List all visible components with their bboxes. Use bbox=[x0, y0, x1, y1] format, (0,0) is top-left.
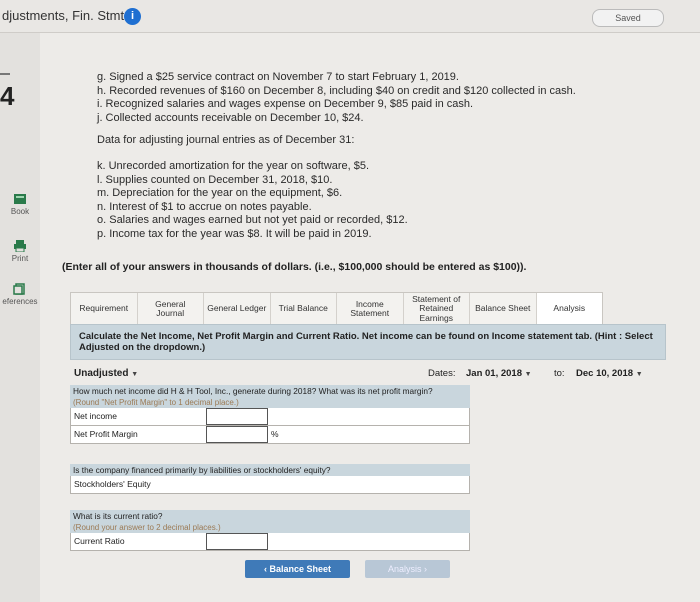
adjustment-l: l. Supplies counted on December 31, 2018… bbox=[97, 173, 333, 186]
calc-instructions: Calculate the Net Income, Net Profit Mar… bbox=[70, 324, 666, 360]
net-income-section: How much net income did H & H Tool, Inc.… bbox=[70, 385, 470, 444]
net-income-row: Net income bbox=[70, 408, 470, 426]
back-button-label: Balance Sheet bbox=[269, 564, 332, 574]
chevron-left-icon: ‹ bbox=[263, 564, 267, 574]
percent-sign: % bbox=[271, 429, 279, 439]
references-label: eferences bbox=[2, 297, 38, 306]
current-ratio-input[interactable] bbox=[206, 533, 268, 550]
info-icon[interactable]: i bbox=[124, 8, 141, 25]
tab-general-ledger[interactable]: General Ledger bbox=[204, 293, 271, 325]
tab-balance-sheet[interactable]: Balance Sheet bbox=[470, 293, 537, 325]
net-income-label: Net income bbox=[74, 411, 117, 421]
to-date-value: Dec 10, 2018 bbox=[576, 368, 634, 379]
section3-question: What is its current ratio? bbox=[70, 510, 470, 522]
transaction-i: i. Recognized salaries and wages expense… bbox=[97, 98, 474, 110]
current-ratio-row: Current Ratio bbox=[70, 533, 470, 551]
current-ratio-label: Current Ratio bbox=[74, 536, 125, 546]
saved-badge: Saved bbox=[592, 9, 664, 27]
adjustment-n: n. Interest of $1 to accrue on notes pay… bbox=[97, 200, 312, 213]
chevron-down-icon: ▼ bbox=[635, 371, 643, 378]
next-button[interactable]: Analysis › bbox=[365, 560, 450, 578]
transactions-list: g. Signed a $25 service contract on Nove… bbox=[97, 71, 657, 125]
references-button[interactable]: eferences bbox=[0, 283, 40, 306]
view-value: Unadjusted bbox=[74, 368, 129, 379]
to-label: to: bbox=[554, 368, 565, 379]
divider bbox=[0, 73, 10, 75]
print-icon bbox=[14, 240, 26, 252]
tab-retained-earnings[interactable]: Statement of Retained Earnings bbox=[404, 293, 470, 325]
net-profit-margin-label: Net Profit Margin bbox=[74, 429, 138, 439]
tab-bar: Requirement General Journal General Ledg… bbox=[70, 292, 603, 326]
transaction-g: g. Signed a $25 service contract on Nove… bbox=[97, 71, 459, 83]
print-label: Print bbox=[11, 254, 29, 263]
to-date-select[interactable]: Dec 10, 2018 ▼ bbox=[576, 368, 643, 379]
left-rail: 4 Book Print eferences bbox=[0, 33, 41, 602]
from-date-value: Jan 01, 2018 bbox=[466, 368, 522, 379]
from-date-select[interactable]: Jan 01, 2018 ▼ bbox=[466, 368, 532, 379]
section3-hint: (Round your answer to 2 decimal places.) bbox=[70, 522, 470, 533]
transaction-h: h. Recorded revenues of $160 on December… bbox=[97, 84, 576, 97]
question-number: 4 bbox=[0, 81, 15, 111]
adjustments-list: k. Unrecorded amortization for the year … bbox=[97, 160, 657, 241]
instruction-text: (Enter all of your answers in thousands … bbox=[62, 261, 527, 273]
section1-question: How much net income did H & H Tool, Inc.… bbox=[70, 385, 470, 397]
dates-label: Dates: bbox=[428, 368, 456, 379]
controls-row: Unadjusted ▼ Dates: Jan 01, 2018 ▼ to: D… bbox=[70, 366, 666, 382]
adjustment-p: p. Income tax for the year was $8. It wi… bbox=[97, 227, 372, 240]
print-button[interactable]: Print bbox=[0, 240, 40, 263]
main-content: g. Signed a $25 service contract on Nove… bbox=[40, 33, 700, 602]
tab-trial-balance[interactable]: Trial Balance bbox=[271, 293, 337, 325]
net-profit-margin-input[interactable] bbox=[206, 426, 268, 443]
next-button-label: Analysis bbox=[387, 564, 422, 574]
financing-section: Is the company financed primarily by lia… bbox=[70, 464, 470, 494]
section2-question: Is the company financed primarily by lia… bbox=[70, 464, 470, 476]
stockholders-equity-value: Stockholders' Equity bbox=[74, 479, 151, 489]
book-icon bbox=[14, 194, 26, 204]
adjustment-k: k. Unrecorded amortization for the year … bbox=[97, 160, 370, 172]
net-profit-margin-row: Net Profit Margin % bbox=[70, 426, 470, 444]
net-income-input[interactable] bbox=[206, 408, 268, 425]
transaction-j: j. Collected accounts receivable on Dece… bbox=[97, 111, 364, 124]
assignment-title: djustments, Fin. Stmts. bbox=[2, 8, 135, 23]
section1-hint: (Round "Net Profit Margin" to 1 decimal … bbox=[70, 397, 470, 408]
tab-income-statement[interactable]: Income Statement bbox=[337, 293, 404, 325]
tab-general-journal[interactable]: General Journal bbox=[138, 293, 204, 325]
current-ratio-section: What is its current ratio? (Round your a… bbox=[70, 510, 470, 551]
chevron-down-icon: ▼ bbox=[131, 371, 139, 378]
references-icon bbox=[13, 283, 25, 295]
chevron-down-icon: ▼ bbox=[524, 371, 532, 378]
tab-requirement[interactable]: Requirement bbox=[71, 293, 138, 325]
chevron-right-icon: › bbox=[424, 564, 428, 574]
adjustment-m: m. Depreciation for the year on the equi… bbox=[97, 187, 343, 199]
stockholders-equity-row[interactable]: Stockholders' Equity bbox=[70, 476, 470, 494]
tab-analysis[interactable]: Analysis bbox=[536, 293, 602, 325]
adjustment-o: o. Salaries and wages earned but not yet… bbox=[97, 214, 408, 226]
back-button[interactable]: ‹ Balance Sheet bbox=[245, 560, 350, 578]
view-select[interactable]: Unadjusted ▼ bbox=[74, 368, 138, 379]
book-label: Book bbox=[10, 207, 30, 216]
top-bar: djustments, Fin. Stmts. i Saved bbox=[0, 0, 700, 33]
book-button[interactable]: Book bbox=[0, 193, 40, 216]
adjusting-header: Data for adjusting journal entries as of… bbox=[97, 134, 355, 146]
